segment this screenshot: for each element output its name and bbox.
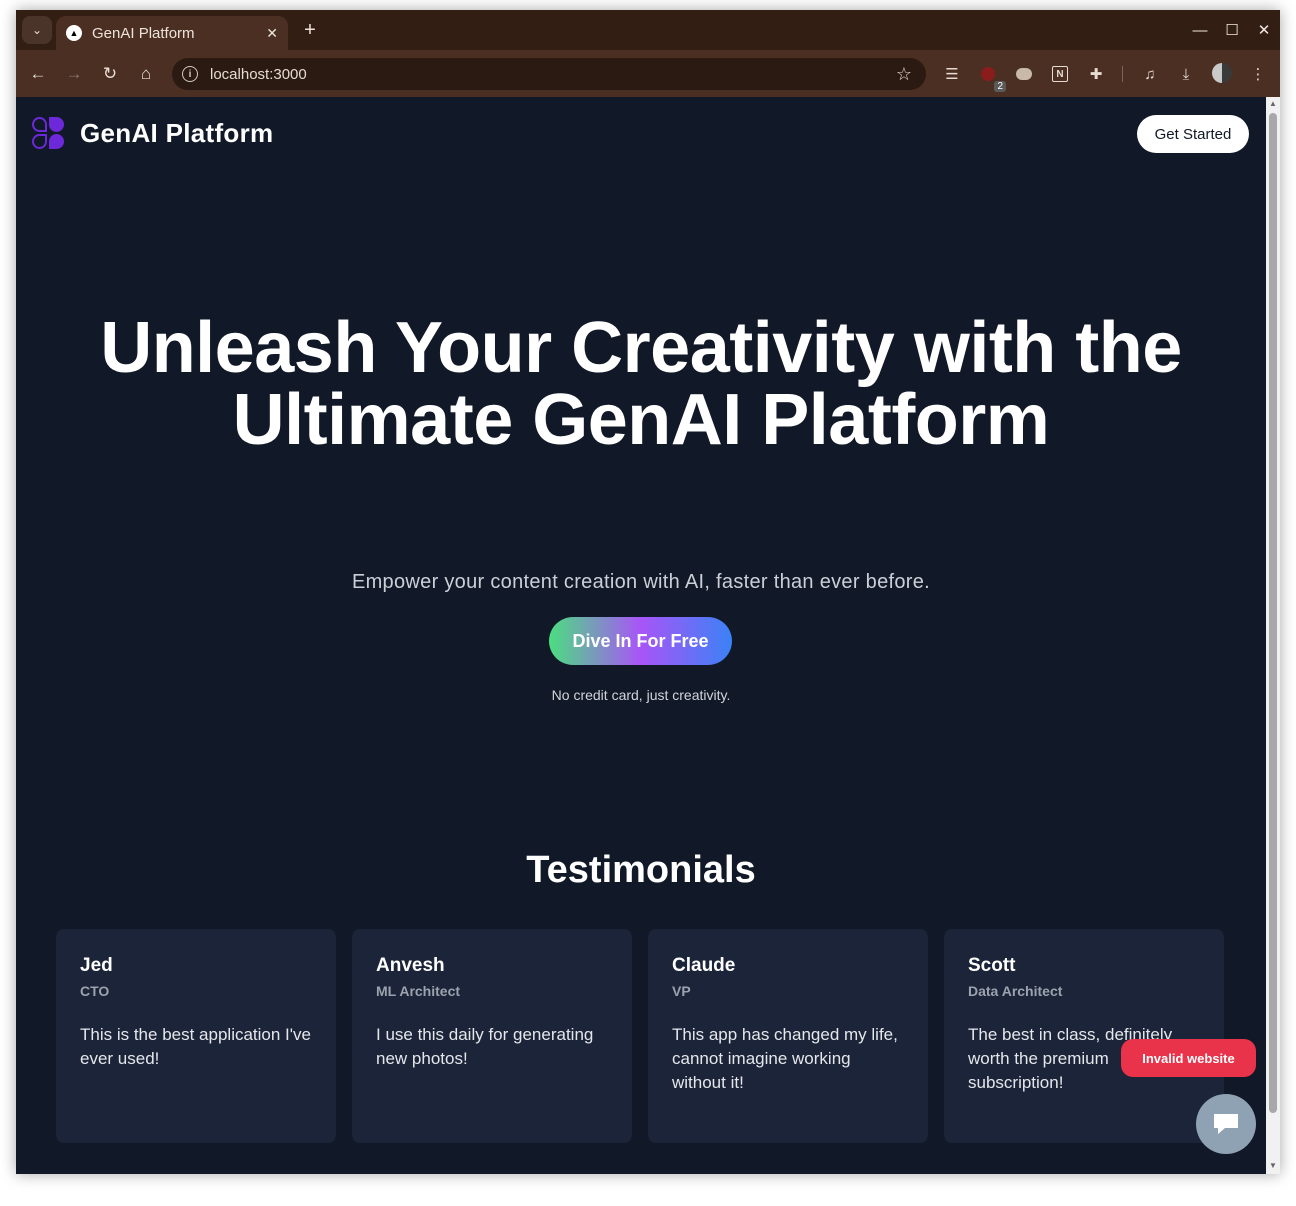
hero-heading-line2: Ultimate GenAI Platform (232, 380, 1050, 460)
tab-search-button[interactable]: ⌄ (22, 16, 52, 44)
testimonial-quote: This is the best application I've ever u… (80, 1025, 311, 1068)
extension-owl-icon[interactable] (1012, 62, 1036, 86)
back-button[interactable]: ← (24, 60, 52, 88)
page-viewport: GenAI Platform Get Started Unleash Your … (16, 97, 1266, 1174)
chat-launcher-button[interactable] (1196, 1094, 1256, 1154)
scroll-down-icon[interactable]: ▼ (1268, 1161, 1278, 1170)
reload-button[interactable]: ↻ (96, 60, 124, 88)
testimonial-name: Anvesh (376, 955, 445, 976)
maximize-button[interactable]: ☐ (1220, 18, 1244, 42)
profile-avatar[interactable] (1212, 63, 1232, 83)
tab-search-list-icon[interactable]: ☰ (940, 62, 964, 86)
address-bar[interactable]: i localhost:3000 ☆ (172, 58, 926, 90)
testimonial-card: Scott Data Architect The best in class, … (944, 929, 1224, 1143)
testimonial-role: VP (672, 983, 691, 999)
testimonial-role: ML Architect (376, 983, 461, 999)
invalid-website-badge[interactable]: Invalid website (1121, 1039, 1256, 1077)
testimonial-quote: I use this daily for generating new phot… (376, 1025, 594, 1068)
home-button[interactable]: ⌂ (132, 60, 160, 88)
hero-note: No credit card, just creativity. (551, 687, 731, 703)
hero-subtitle: Empower your content creation with AI, f… (351, 571, 931, 593)
bookmark-star-icon[interactable]: ☆ (896, 64, 912, 85)
extension-notion-icon[interactable]: N (1048, 62, 1072, 86)
testimonial-role: Data Architect (968, 983, 1063, 999)
testimonial-card: Jed CTO This is the best application I'v… (56, 929, 336, 1143)
tab-close-icon[interactable]: ✕ (266, 25, 278, 42)
get-started-button[interactable]: Get Started (1137, 115, 1249, 153)
scrollbar-thumb[interactable] (1269, 113, 1277, 1113)
chevron-down-icon: ⌄ (31, 23, 43, 37)
browser-window: ⌄ ▲ GenAI Platform ✕ + — ☐ ✕ ← → ↻ ⌂ i l… (16, 10, 1280, 1174)
menu-kebab-icon[interactable]: ⋮ (1246, 62, 1270, 86)
page-scrollbar[interactable]: ▲ ▼ (1266, 97, 1280, 1174)
hero-heading-line1: Unleash Your Creativity with the (100, 308, 1182, 388)
tab-strip: ⌄ ▲ GenAI Platform ✕ + — ☐ ✕ (16, 10, 1280, 50)
site-info-icon[interactable]: i (182, 66, 198, 82)
testimonial-name: Scott (968, 955, 1016, 976)
new-tab-button[interactable]: + (298, 18, 322, 42)
brand-name: GenAI Platform (80, 117, 274, 148)
download-icon[interactable]: ⤓ (1174, 62, 1198, 86)
testimonial-card: Claude VP This app has changed my life, … (648, 929, 928, 1143)
testimonials-list: Jed CTO This is the best application I'v… (56, 929, 1224, 1143)
extension-badge: 2 (994, 81, 1006, 92)
brand-logo-icon (32, 117, 64, 149)
testimonial-name: Jed (80, 955, 113, 976)
browser-toolbar: ← → ↻ ⌂ i localhost:3000 ☆ ☰ 2 N ✚ ♫ ⤓ ⋮ (16, 50, 1280, 97)
testimonials-title: Testimonials (526, 849, 756, 891)
tab-title: GenAI Platform (92, 24, 195, 42)
testimonial-name: Claude (672, 955, 736, 976)
brand[interactable]: GenAI Platform (32, 117, 273, 149)
toolbar-divider (1122, 66, 1123, 82)
hero-heading: Unleash Your Creativity with the Ultimat… (16, 312, 1266, 456)
forward-button[interactable]: → (60, 60, 88, 88)
extensions-puzzle-icon[interactable]: ✚ (1084, 62, 1108, 86)
url-text[interactable]: localhost:3000 (210, 66, 896, 83)
favicon-icon: ▲ (66, 25, 82, 41)
minimize-button[interactable]: — (1188, 18, 1212, 42)
close-window-button[interactable]: ✕ (1252, 18, 1276, 42)
extension-ublock-icon[interactable]: 2 (976, 62, 1006, 92)
dive-in-button[interactable]: Dive In For Free (549, 617, 732, 665)
testimonial-quote: This app has changed my life, cannot ima… (672, 1025, 898, 1092)
media-control-icon[interactable]: ♫ (1138, 62, 1162, 86)
testimonial-card: Anvesh ML Architect I use this daily for… (352, 929, 632, 1143)
browser-tab[interactable]: ▲ GenAI Platform ✕ (56, 16, 288, 50)
scroll-up-icon[interactable]: ▲ (1268, 99, 1278, 108)
chat-bubble-icon (1214, 1114, 1238, 1134)
testimonial-role: CTO (80, 983, 110, 999)
